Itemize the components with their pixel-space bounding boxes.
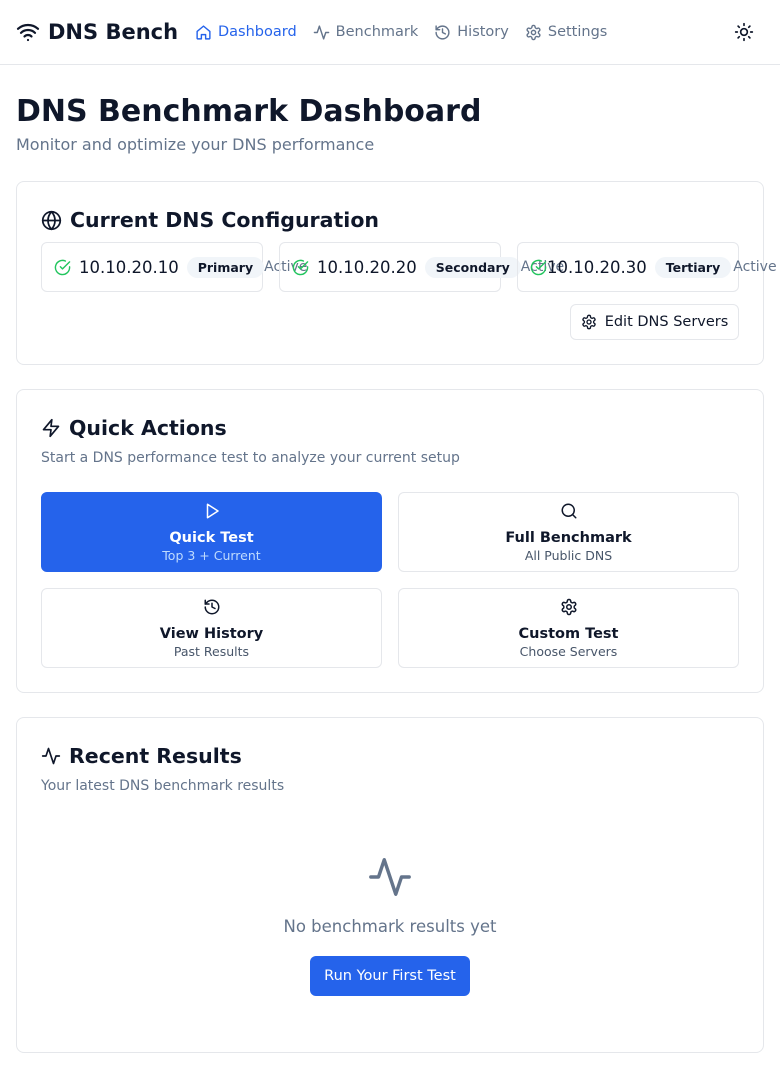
activity-icon <box>41 746 61 766</box>
recent-results-card: Recent Results Your latest DNS benchmark… <box>16 717 764 1053</box>
gear-icon <box>581 314 597 330</box>
nav-item-benchmark[interactable]: Benchmark <box>313 24 419 41</box>
nav-item-label: History <box>457 24 509 40</box>
brand[interactable]: DNS Bench <box>16 17 178 47</box>
dns-server-primary: 10.10.20.10 Primary Active <box>41 242 307 292</box>
theme-toggle-button[interactable] <box>731 19 757 45</box>
quick-test-button[interactable]: Quick Test Top 3 + Current <box>41 492 382 572</box>
dns-status-text: Active <box>733 259 777 275</box>
edit-dns-label: Edit DNS Servers <box>604 314 729 330</box>
page-subtitle: Monitor and optimize your DNS performanc… <box>16 135 375 154</box>
dns-server-tertiary: 10.10.20.30 Tertiary Active <box>517 242 777 292</box>
action-title: Custom Test <box>518 626 619 642</box>
run-first-test-button[interactable]: Run Your First Test <box>310 956 470 996</box>
dns-role-badge: Secondary <box>424 256 521 278</box>
activity-icon <box>367 854 413 900</box>
dns-role-badge: Primary <box>186 256 265 278</box>
home-icon <box>195 24 212 41</box>
dns-server-secondary: 10.10.20.20 Secondary Active <box>279 242 564 292</box>
dns-server-ip: 10.10.20.20 <box>317 257 417 277</box>
edit-dns-servers-button[interactable]: Edit DNS Servers <box>570 304 739 340</box>
globe-icon <box>41 210 62 231</box>
quick-actions-card: Quick Actions Start a DNS performance te… <box>16 389 764 693</box>
activity-icon <box>313 24 330 41</box>
history-icon <box>203 598 221 616</box>
nav-item-label: Settings <box>547 24 608 40</box>
check-circle-icon <box>530 259 547 276</box>
sun-icon <box>734 22 754 42</box>
view-history-button[interactable]: View History Past Results <box>41 588 382 668</box>
zap-icon <box>41 418 61 438</box>
nav-item-label: Benchmark <box>335 24 419 40</box>
custom-test-button[interactable]: Custom Test Choose Servers <box>398 588 739 668</box>
recent-results-heading: Recent Results <box>41 744 242 768</box>
page-title: DNS Benchmark Dashboard <box>16 94 482 129</box>
search-icon <box>560 502 578 520</box>
full-benchmark-button[interactable]: Full Benchmark All Public DNS <box>398 492 739 572</box>
action-subtitle: Top 3 + Current <box>162 548 261 563</box>
recent-results-title: Recent Results <box>69 744 242 768</box>
action-title: View History <box>159 626 264 642</box>
dns-config-title: Current DNS Configuration <box>70 208 380 232</box>
play-icon <box>203 502 221 520</box>
recent-results-description: Your latest DNS benchmark results <box>41 778 285 794</box>
dns-server-ip: 10.10.20.30 <box>547 257 647 277</box>
action-subtitle: Choose Servers <box>519 644 618 659</box>
check-circle-icon <box>292 259 309 276</box>
action-subtitle: Past Results <box>173 644 250 659</box>
main-nav: Dashboard Benchmark History Settings <box>195 20 607 44</box>
dns-config-card: Current DNS Configuration 10.10.20.10 Pr… <box>16 181 777 365</box>
action-title: Quick Test <box>169 530 254 546</box>
gear-icon <box>525 24 542 41</box>
history-icon <box>434 24 451 41</box>
nav-item-history[interactable]: History <box>434 24 509 41</box>
wifi-icon <box>16 20 40 44</box>
gear-icon <box>560 598 578 616</box>
top-navigation-bar: DNS Bench Dashboard Benchmark History Se… <box>0 0 780 65</box>
brand-name: DNS Bench <box>48 20 179 44</box>
nav-item-dashboard[interactable]: Dashboard <box>195 24 297 41</box>
action-title: Full Benchmark <box>505 530 632 546</box>
nav-item-label: Dashboard <box>218 24 297 40</box>
dns-config-heading: Current DNS Configuration <box>41 208 379 232</box>
quick-actions-title: Quick Actions <box>69 416 227 440</box>
dns-role-badge: Tertiary <box>654 256 732 278</box>
empty-state-text: No benchmark results yet <box>283 917 497 936</box>
dns-server-ip: 10.10.20.10 <box>79 257 179 277</box>
action-subtitle: All Public DNS <box>524 548 613 563</box>
nav-item-settings[interactable]: Settings <box>525 24 607 41</box>
quick-actions-heading: Quick Actions <box>41 416 227 440</box>
check-circle-icon <box>54 259 71 276</box>
quick-actions-description: Start a DNS performance test to analyze … <box>41 450 460 466</box>
